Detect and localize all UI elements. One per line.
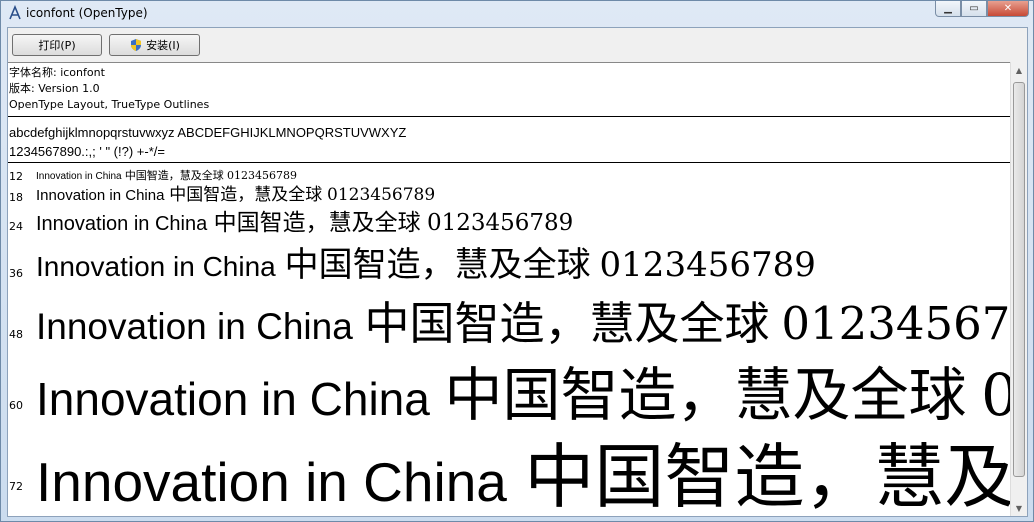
- minimize-button[interactable]: ▁: [935, 1, 961, 17]
- sample-digits: 0123456789: [981, 361, 1010, 429]
- sample-cjk: 中国智造，慧及全球: [169, 185, 323, 205]
- sample-latin: Innovation in China: [36, 187, 165, 204]
- client-area: 打印(P) 安装(I) 字体名称: iconfont 版本: Version 1…: [7, 27, 1028, 517]
- sample-cjk: 中国智造，慧及全球: [364, 297, 770, 350]
- font-type-line: OpenType Layout, TrueType Outlines: [9, 98, 210, 111]
- sample-latin: Innovation in China: [36, 251, 276, 282]
- font-viewer-window: iconfont (OpenType) ▁ ▭ ✕ 打印(P) 安装(I) 字体…: [0, 0, 1034, 522]
- font-version-line: 版本: Version 1.0: [9, 82, 100, 95]
- maximize-button[interactable]: ▭: [961, 1, 987, 17]
- size-label: 24: [9, 220, 23, 233]
- sample-cjk: 中国智造，慧及全球: [284, 245, 591, 285]
- print-button-label: 打印(P): [38, 39, 76, 52]
- size-label: 60: [9, 399, 23, 412]
- scroll-up-arrow-icon[interactable]: ▲: [1011, 62, 1027, 79]
- size-label: 72: [9, 480, 23, 493]
- sample-digits: 0123456789: [327, 185, 436, 205]
- charset-line-digits: 1234567890.:,; ' " (!?) +-*/=: [9, 144, 165, 159]
- sample-cjk: 中国智造，慧及全球: [524, 436, 1010, 517]
- size-label: 18: [9, 191, 23, 204]
- uac-shield-icon: [131, 39, 142, 51]
- sample-cjk: 中国智造，慧及全球: [124, 169, 224, 182]
- sample-row-18: 18 Innovation in China 中国智造，慧及全球 0123456…: [8, 182, 1010, 208]
- sample-digits: 0123456789: [227, 169, 297, 182]
- divider: [8, 162, 1010, 163]
- title-bar[interactable]: iconfont (OpenType) ▁ ▭ ✕: [1, 1, 1033, 25]
- install-button[interactable]: 安装(I): [109, 34, 200, 56]
- sample-latin: Innovation in China: [36, 451, 507, 513]
- font-app-icon: [9, 5, 21, 20]
- close-button[interactable]: ✕: [987, 1, 1029, 17]
- scroll-down-arrow-icon[interactable]: ▼: [1011, 500, 1027, 516]
- sample-row-36: 36 Innovation in China 中国智造，慧及全球 0123456…: [8, 239, 1010, 291]
- divider: [8, 116, 1010, 117]
- print-button[interactable]: 打印(P): [12, 34, 102, 56]
- charset-line-letters: abcdefghijklmnopqrstuvwxyz ABCDEFGHIJKLM…: [9, 125, 407, 140]
- sample-latin: Innovation in China: [36, 171, 122, 182]
- install-button-label: 安装(I): [146, 39, 180, 52]
- font-preview-pane[interactable]: 字体名称: iconfont 版本: Version 1.0 OpenType …: [8, 62, 1010, 517]
- sample-row-72: 72 Innovation in China 中国智造，慧及全球 0123456…: [8, 425, 1010, 517]
- size-label: 48: [9, 328, 23, 341]
- sample-latin: Innovation in China: [36, 306, 353, 347]
- font-info-block: 字体名称: iconfont 版本: Version 1.0 OpenType …: [8, 65, 209, 113]
- sample-cjk: 中国智造，慧及全球: [444, 361, 967, 429]
- sample-digits: 0123456789: [599, 245, 816, 285]
- vertical-scrollbar[interactable]: ▲ ▼: [1010, 62, 1027, 516]
- size-label: 36: [9, 267, 23, 280]
- sample-latin: Innovation in China: [36, 373, 430, 425]
- sample-row-24: 24 Innovation in China 中国智造，慧及全球 0123456…: [8, 206, 1010, 240]
- sample-row-48: 48 Innovation in China 中国智造，慧及全球 0123456…: [8, 289, 1010, 359]
- font-name-line: 字体名称: iconfont: [9, 66, 105, 79]
- sample-digits: 0123456789: [781, 297, 1010, 350]
- sample-digits: 0123456789: [426, 210, 574, 236]
- sample-latin: Innovation in China: [36, 213, 208, 235]
- window-title: iconfont (OpenType): [26, 6, 148, 20]
- toolbar: 打印(P) 安装(I): [8, 28, 1027, 62]
- scrollbar-thumb[interactable]: [1013, 82, 1025, 477]
- sample-cjk: 中国智造，慧及全球: [213, 210, 421, 236]
